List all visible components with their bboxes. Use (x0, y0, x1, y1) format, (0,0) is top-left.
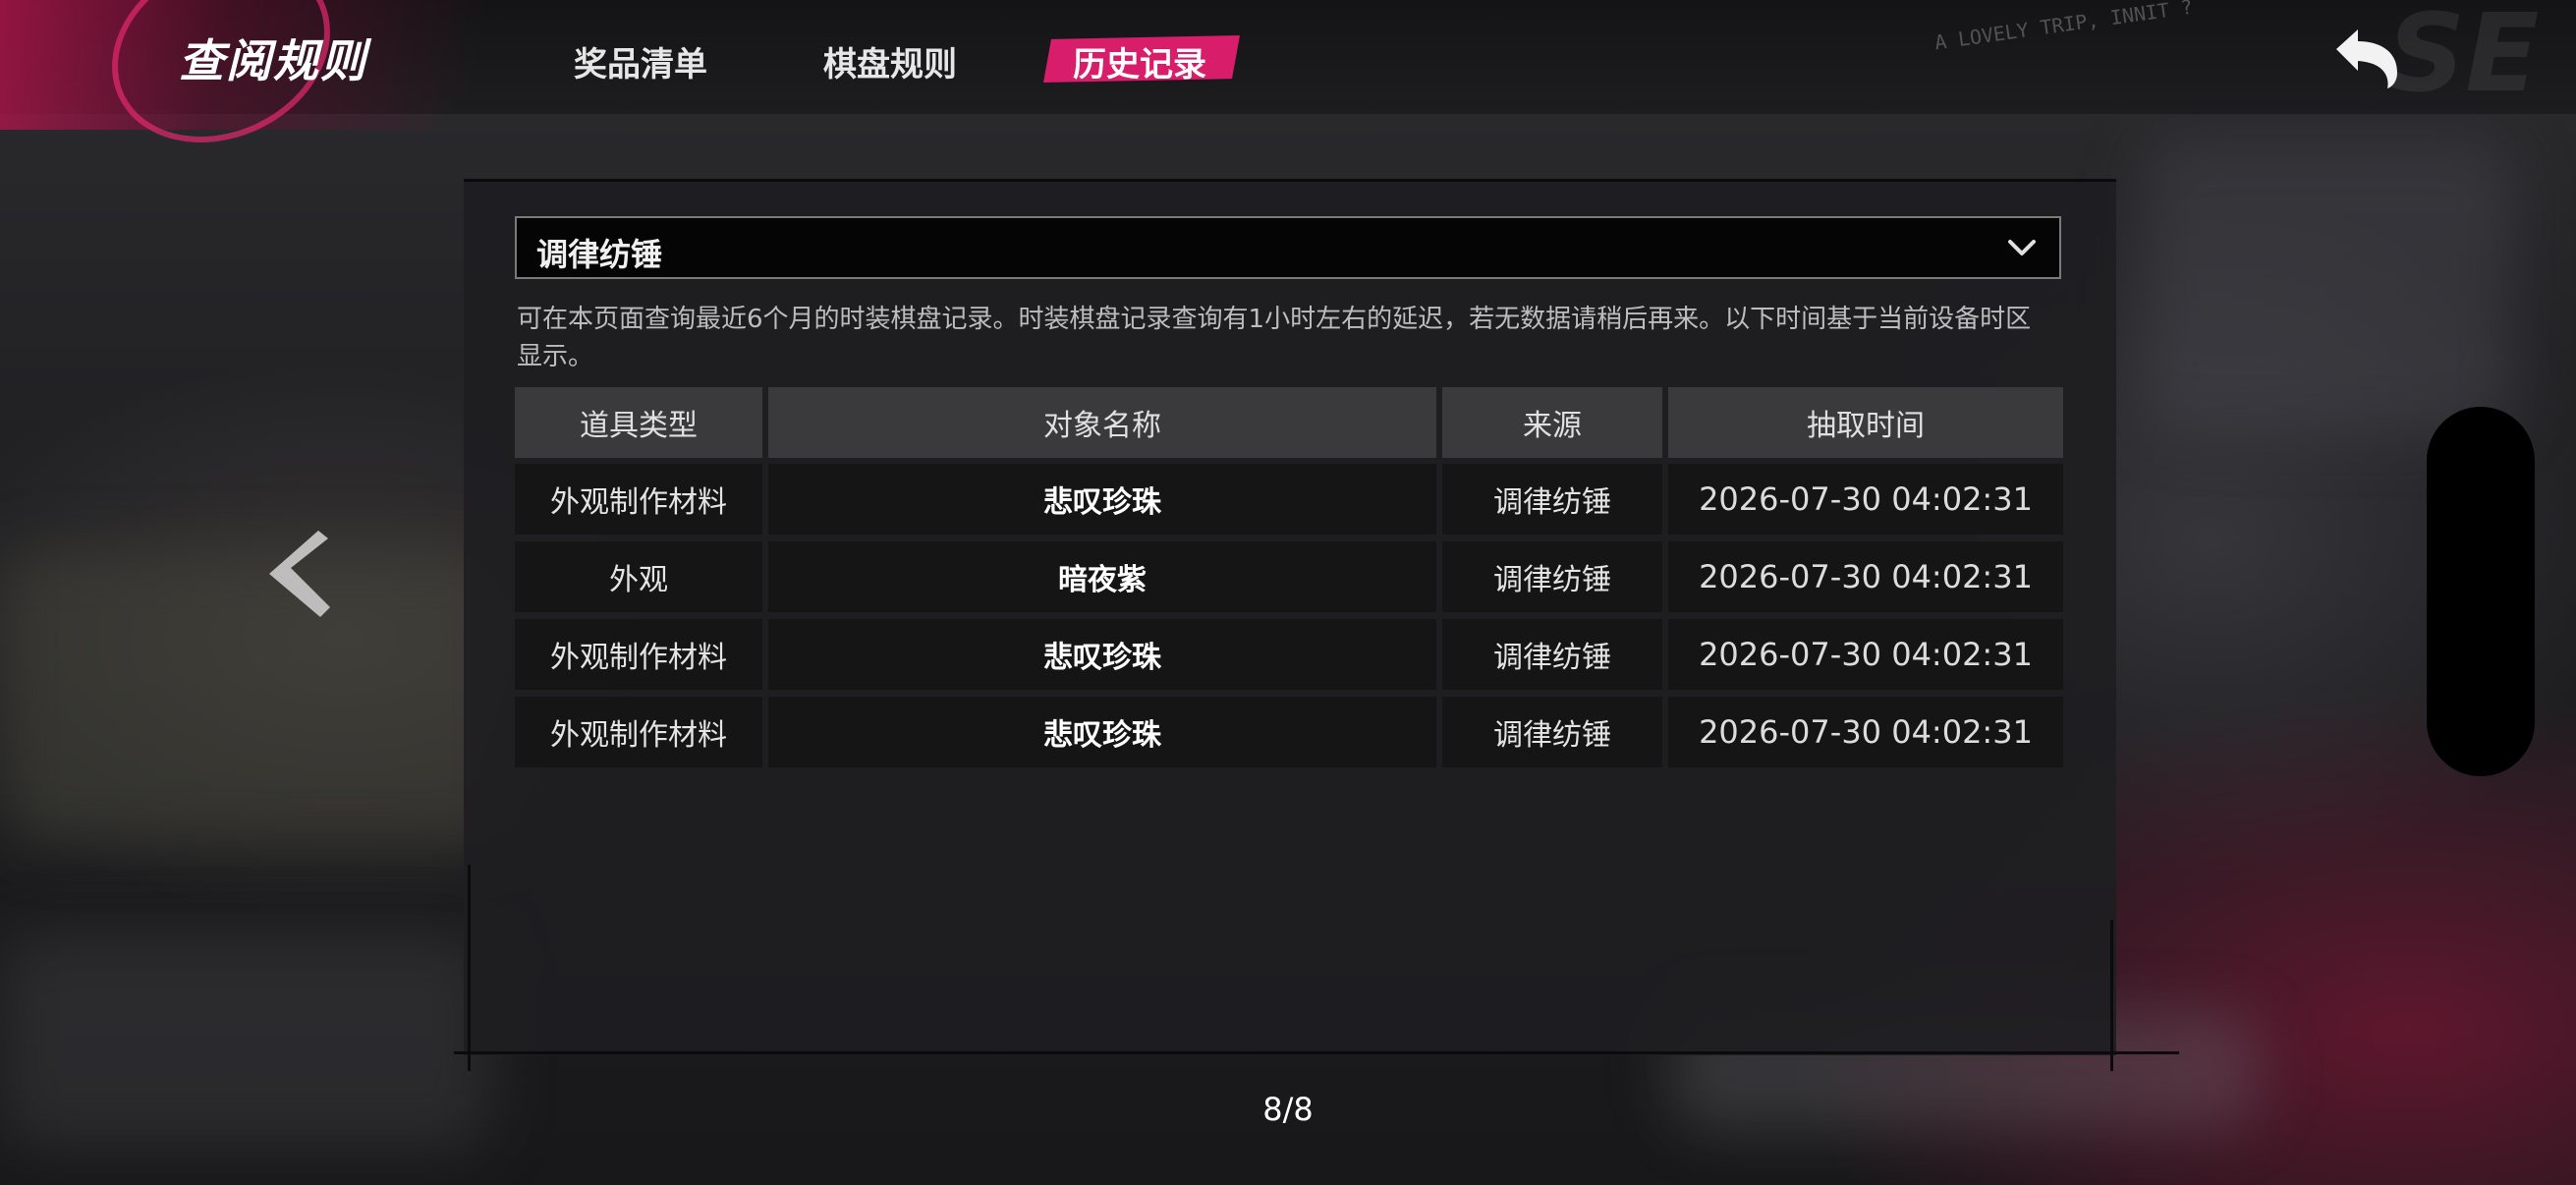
cell-draw-time: 2026-07-30 04:02:31 (1668, 541, 2063, 612)
chevron-left-icon (269, 531, 330, 617)
screen: 查阅规则 奖品清单 棋盘规则 历史记录 A LOVELY TRIP, INNIT… (0, 0, 2576, 1185)
header-logo-decoration: SE (2387, 0, 2540, 116)
background-shape (0, 933, 491, 1150)
cell-source: 调律纺锤 (1442, 619, 1662, 690)
cell-item-type: 外观制作材料 (515, 697, 762, 767)
query-notice: 可在本页面查询最近6个月的时装棋盘记录。时装棋盘记录查询有1小时左右的延迟，若无… (517, 305, 2032, 371)
column-header-draw-time: 抽取时间 (1668, 387, 2063, 458)
table-row: 外观制作材料 悲叹珍珠 调律纺锤 2026-07-30 04:02:31 (515, 464, 2063, 536)
table-row: 外观 暗夜紫 调律纺锤 2026-07-30 04:02:31 (515, 541, 2063, 614)
column-header-object-name: 对象名称 (768, 387, 1436, 458)
panel-frame-line (454, 1051, 2179, 1054)
tab-history[interactable]: 历史记录 (1073, 37, 1206, 85)
dropdown-selected-value: 调律纺锤 (536, 236, 663, 273)
table-row: 外观制作材料 悲叹珍珠 调律纺锤 2026-07-30 04:02:31 (515, 697, 2063, 769)
cell-source: 调律纺锤 (1442, 541, 1662, 612)
background-shape (2142, 138, 2515, 432)
back-button[interactable] (2328, 24, 2407, 92)
cell-draw-time: 2026-07-30 04:02:31 (1668, 697, 2063, 767)
cell-item-type: 外观制作材料 (515, 619, 762, 690)
cell-object-name: 悲叹珍珠 (768, 697, 1436, 767)
source-filter-dropdown[interactable]: 调律纺锤 (515, 216, 2061, 279)
cell-item-type: 外观制作材料 (515, 464, 762, 535)
cell-object-name: 悲叹珍珠 (768, 464, 1436, 535)
undo-arrow-icon (2336, 29, 2397, 88)
cell-object-name: 暗夜紫 (768, 541, 1436, 612)
cell-draw-time: 2026-07-30 04:02:31 (1668, 619, 2063, 690)
cell-object-name: 悲叹珍珠 (768, 619, 1436, 690)
table-row: 外观制作材料 悲叹珍珠 调律纺锤 2026-07-30 04:02:31 (515, 619, 2063, 692)
cell-source: 调律纺锤 (1442, 464, 1662, 535)
cell-draw-time: 2026-07-30 04:02:31 (1668, 464, 2063, 535)
background-shape (0, 550, 511, 845)
cell-source: 调律纺锤 (1442, 697, 1662, 767)
cell-item-type: 外观 (515, 541, 762, 612)
table-header-row: 道具类型 对象名称 来源 抽取时间 (515, 387, 2063, 460)
page-title: 查阅规则 (179, 34, 367, 87)
previous-page-button[interactable] (257, 525, 346, 623)
column-header-source: 来源 (1442, 387, 1662, 458)
chevron-down-icon (2008, 240, 2036, 255)
side-scroll-handle[interactable] (2427, 407, 2535, 776)
panel-frame-line (468, 865, 471, 1071)
page-indicator: 8/8 (1262, 1091, 1314, 1128)
panel-frame-line (2110, 920, 2113, 1071)
column-header-item-type: 道具类型 (515, 387, 762, 458)
tab-board-rules[interactable]: 棋盘规则 (823, 37, 957, 85)
tab-prize-list[interactable]: 奖品清单 (574, 37, 707, 85)
